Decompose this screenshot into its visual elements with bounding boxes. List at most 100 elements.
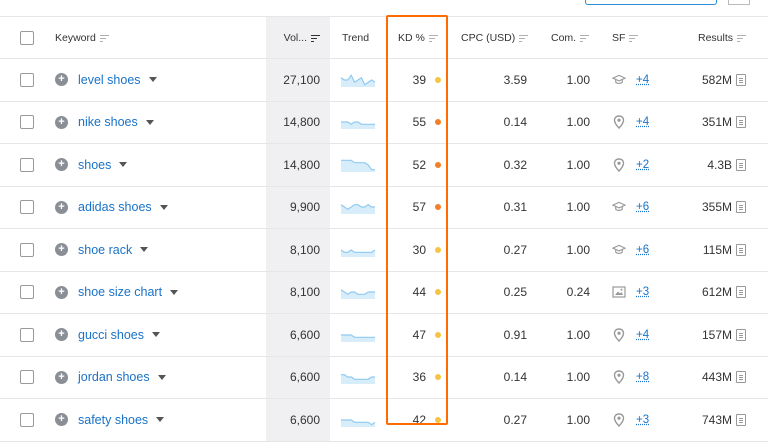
add-to-list-icon[interactable]: + xyxy=(55,243,68,256)
add-to-list-icon[interactable]: + xyxy=(55,201,68,214)
header-volume-label: Vol... xyxy=(284,32,307,44)
sort-icon xyxy=(580,34,589,42)
header-volume[interactable]: Vol... xyxy=(266,17,330,58)
kd-cell: 52 xyxy=(386,144,441,186)
export-button[interactable] xyxy=(585,0,717,5)
settings-button[interactable] xyxy=(728,0,750,5)
volume-value: 14,800 xyxy=(283,158,320,172)
chevron-down-icon[interactable] xyxy=(146,120,154,125)
sf-count-link[interactable]: +4 xyxy=(636,116,649,128)
serp-snapshot-icon[interactable] xyxy=(736,201,746,213)
cpc-cell: 3.59 xyxy=(460,59,527,101)
com-value: 1.00 xyxy=(567,73,590,87)
kd-cell: 30 xyxy=(386,229,441,271)
chevron-down-icon[interactable] xyxy=(140,247,148,252)
graduation-cap-icon xyxy=(612,73,626,87)
serp-snapshot-icon[interactable] xyxy=(736,116,746,128)
trend-sparkline xyxy=(340,102,376,144)
header-com-label: Com. xyxy=(551,32,576,44)
com-value: 1.00 xyxy=(567,158,590,172)
sf-count-link[interactable]: +4 xyxy=(636,74,649,86)
row-checkbox[interactable] xyxy=(20,158,34,172)
add-to-list-icon[interactable]: + xyxy=(55,116,68,129)
chevron-down-icon[interactable] xyxy=(156,417,164,422)
row-checkbox[interactable] xyxy=(20,73,34,87)
keyword-link[interactable]: shoe size chart xyxy=(78,285,162,299)
kd-value: 47 xyxy=(413,328,426,342)
header-keyword-label: Keyword xyxy=(55,32,96,44)
header-results[interactable]: Results xyxy=(680,17,746,58)
chevron-down-icon[interactable] xyxy=(160,205,168,210)
header-cpc-label: CPC (USD) xyxy=(461,32,515,44)
row-checkbox[interactable] xyxy=(20,115,34,129)
results-value: 4.3B xyxy=(707,158,732,172)
sf-cell: +4 xyxy=(612,59,672,101)
sort-icon xyxy=(737,34,746,42)
sf-count-link[interactable]: +6 xyxy=(636,244,649,256)
header-com[interactable]: Com. xyxy=(551,17,589,58)
serp-snapshot-icon[interactable] xyxy=(736,74,746,86)
chevron-down-icon[interactable] xyxy=(152,332,160,337)
sf-count-link[interactable]: +6 xyxy=(636,201,649,213)
serp-snapshot-icon[interactable] xyxy=(736,414,746,426)
sf-cell: +4 xyxy=(612,102,672,144)
header-kd[interactable]: KD % xyxy=(398,17,438,58)
trend-sparkline xyxy=(340,314,376,356)
keyword-link[interactable]: gucci shoes xyxy=(78,328,144,342)
serp-snapshot-icon[interactable] xyxy=(736,286,746,298)
chevron-down-icon[interactable] xyxy=(149,77,157,82)
table-row: + shoe rack 8,100 30 0.27 1.00 +6 115M xyxy=(0,229,768,272)
add-to-list-icon[interactable]: + xyxy=(55,413,68,426)
sf-count-link[interactable]: +3 xyxy=(636,286,649,298)
table-body: + level shoes 27,100 39 3.59 1.00 +4 582M + nike … xyxy=(0,59,768,442)
sf-count-link[interactable]: +4 xyxy=(636,329,649,341)
keyword-link[interactable]: level shoes xyxy=(78,73,141,87)
serp-snapshot-icon[interactable] xyxy=(736,159,746,171)
chevron-down-icon[interactable] xyxy=(158,375,166,380)
keyword-link[interactable]: shoes xyxy=(78,158,111,172)
com-value: 1.00 xyxy=(567,200,590,214)
row-checkbox[interactable] xyxy=(20,328,34,342)
table-header: Keyword Vol... Trend KD % CPC (USD) Com.… xyxy=(0,16,768,59)
sf-count-link[interactable]: +8 xyxy=(636,371,649,383)
kd-cell: 47 xyxy=(386,314,441,356)
difficulty-dot-icon xyxy=(435,417,441,423)
add-to-list-icon[interactable]: + xyxy=(55,73,68,86)
difficulty-dot-icon xyxy=(435,247,441,253)
row-checkbox[interactable] xyxy=(20,285,34,299)
row-checkbox[interactable] xyxy=(20,370,34,384)
keyword-link[interactable]: shoe rack xyxy=(78,243,132,257)
add-to-list-icon[interactable]: + xyxy=(55,371,68,384)
results-cell: 582M xyxy=(680,59,746,101)
add-to-list-icon[interactable]: + xyxy=(55,286,68,299)
row-select-cell xyxy=(20,59,34,101)
cpc-value: 0.14 xyxy=(504,115,527,129)
kd-cell: 39 xyxy=(386,59,441,101)
trend-sparkline xyxy=(340,229,376,271)
row-select-cell xyxy=(20,399,34,441)
sf-count-link[interactable]: +3 xyxy=(636,414,649,426)
serp-snapshot-icon[interactable] xyxy=(736,329,746,341)
header-cpc[interactable]: CPC (USD) xyxy=(461,17,528,58)
header-sf[interactable]: SF xyxy=(612,17,638,58)
keyword-link[interactable]: jordan shoes xyxy=(78,370,150,384)
kd-cell: 36 xyxy=(386,357,441,399)
add-to-list-icon[interactable]: + xyxy=(55,328,68,341)
chevron-down-icon[interactable] xyxy=(170,290,178,295)
keyword-link[interactable]: nike shoes xyxy=(78,115,138,129)
add-to-list-icon[interactable]: + xyxy=(55,158,68,171)
row-checkbox[interactable] xyxy=(20,200,34,214)
volume-value: 9,900 xyxy=(290,200,320,214)
chevron-down-icon[interactable] xyxy=(119,162,127,167)
keyword-table: Keyword Vol... Trend KD % CPC (USD) Com.… xyxy=(0,16,768,442)
serp-snapshot-icon[interactable] xyxy=(736,244,746,256)
select-all-checkbox[interactable] xyxy=(20,31,34,45)
sf-count-link[interactable]: +2 xyxy=(636,159,649,171)
keyword-link[interactable]: adidas shoes xyxy=(78,200,152,214)
results-cell: 157M xyxy=(680,314,746,356)
row-checkbox[interactable] xyxy=(20,243,34,257)
com-value: 1.00 xyxy=(567,243,590,257)
serp-snapshot-icon[interactable] xyxy=(736,371,746,383)
header-keyword[interactable]: Keyword xyxy=(55,17,109,58)
com-value: 1.00 xyxy=(567,370,590,384)
